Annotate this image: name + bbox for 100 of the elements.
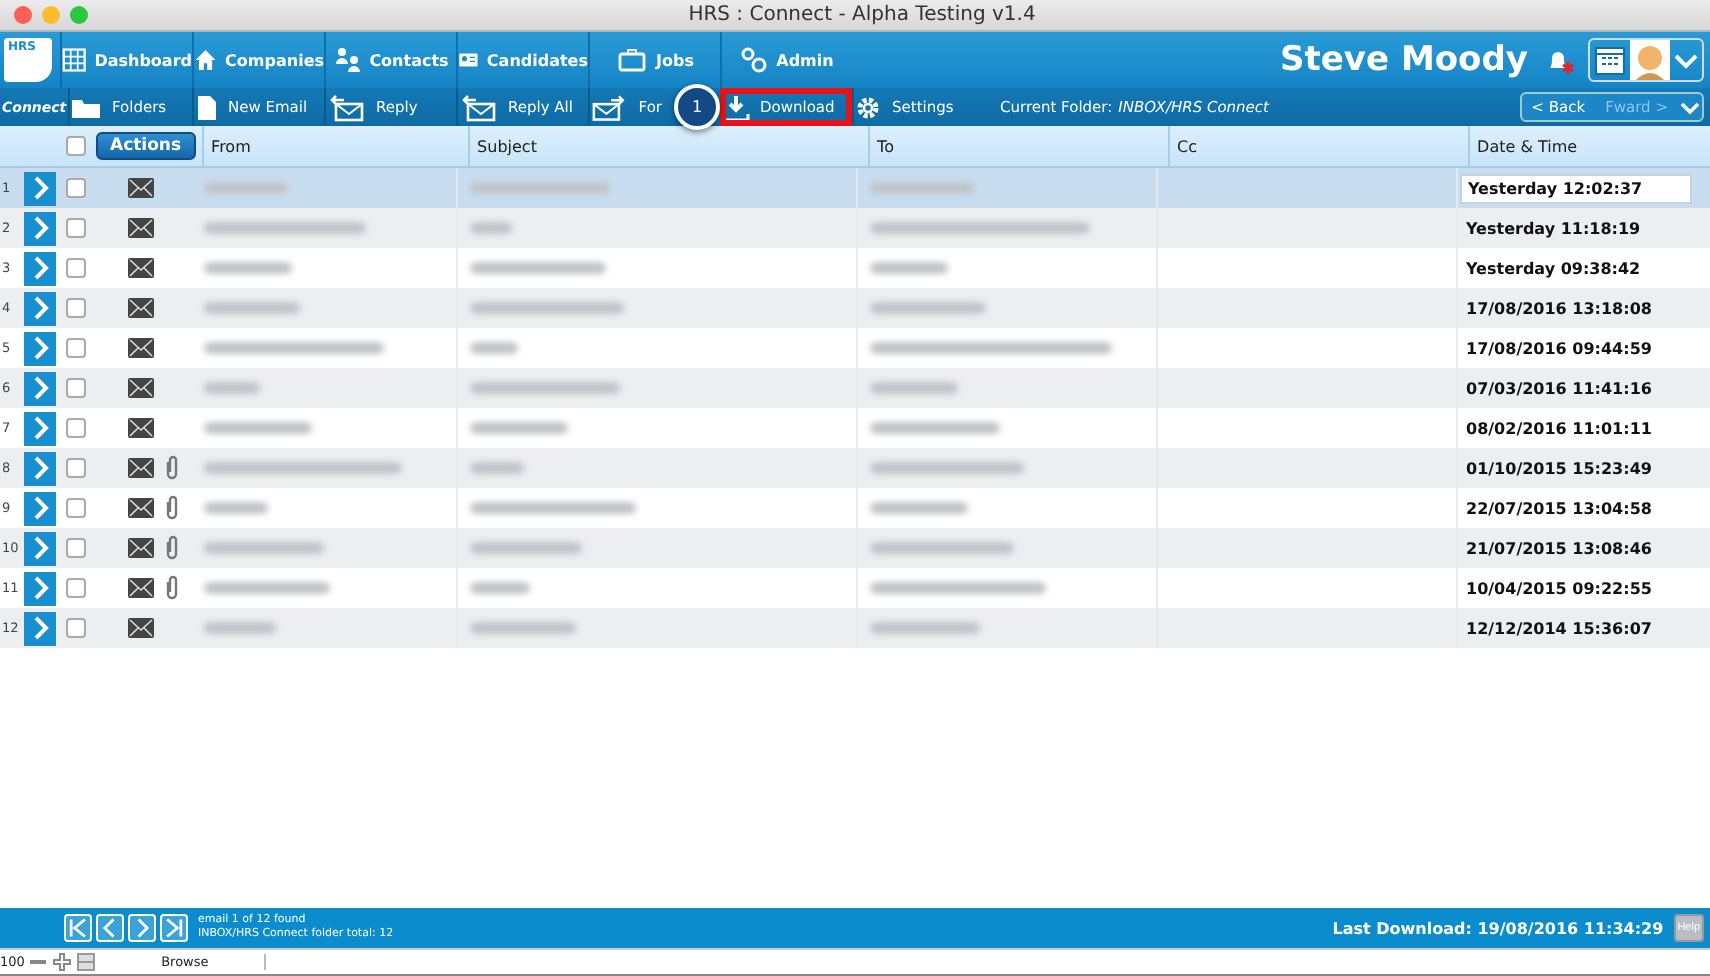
date-cell: 21/07/2015 13:08:46 [1466,539,1652,557]
row-checkbox[interactable] [66,618,86,638]
last-download: Last Download: 19/08/2016 11:34:29 [1332,919,1664,937]
row-checkbox[interactable] [66,338,86,358]
envelope-icon [128,498,154,518]
download-icon [722,93,750,121]
date-cell: 01/10/2015 15:23:49 [1466,459,1652,477]
date-cell: 10/04/2015 09:22:55 [1466,579,1652,597]
people-icon [333,46,362,74]
blurred-text [870,302,986,314]
chevron-right-icon [30,374,50,402]
select-all-checkbox[interactable] [66,136,86,156]
blurred-text [204,582,330,594]
envelope-arrow-icon [326,93,366,121]
envelope-icon [128,218,154,238]
document-icon [194,93,218,121]
blurred-text [870,182,974,194]
blurred-text [204,182,288,194]
chevron-right-icon [30,454,50,482]
open-button[interactable] [24,251,56,285]
date-cell: 07/03/2016 11:41:16 [1466,379,1652,397]
chevron-right-icon [30,414,50,442]
blurred-text [870,542,1014,554]
briefcase-icon [616,46,649,74]
chevron-right-icon [30,614,50,642]
envelope-icon [128,618,154,638]
open-button[interactable] [24,571,56,605]
blurred-text [870,622,980,634]
blurred-text [870,502,968,514]
column-header[interactable]: To [867,126,1168,166]
actions-button[interactable]: Actions [96,132,196,160]
step-badge: 1 [674,84,720,130]
open-button[interactable] [24,171,56,205]
row-checkbox[interactable] [66,418,86,438]
close-button[interactable] [14,6,32,24]
column-header[interactable]: Subject [467,126,868,166]
open-button[interactable] [24,291,56,325]
date-cell: 17/08/2016 13:18:08 [1466,299,1652,317]
open-button[interactable] [24,411,56,445]
open-button[interactable] [24,371,56,405]
chevron-right-icon [30,294,50,322]
user-menu[interactable] [1588,38,1704,82]
chevron-right-icon [30,574,50,602]
open-button[interactable] [24,211,56,245]
previous-page-button[interactable] [96,914,124,942]
chevron-right-icon [30,334,50,362]
blurred-text [204,502,268,514]
envelope-icon [128,298,154,318]
date-cell: 17/08/2016 09:44:59 [1466,339,1652,357]
blurred-text [470,462,524,474]
envelope-icon [128,338,154,358]
envelope-icon [128,258,154,278]
blurred-text [204,542,324,554]
chevron-right-icon [30,214,50,242]
row-checkbox[interactable] [66,498,86,518]
row-checkbox[interactable] [66,538,86,558]
blurred-text [204,622,276,634]
zoom-in-icon [52,952,73,972]
open-button[interactable] [24,451,56,485]
chevron-right-icon [30,534,50,562]
window-title: HRS : Connect - Alpha Testing v1.4 [688,4,1036,26]
blurred-text [470,542,582,554]
blurred-text [470,182,610,194]
blurred-text [870,382,958,394]
zoom-button[interactable] [70,6,88,24]
row-checkbox[interactable] [66,458,86,478]
open-button[interactable] [24,611,56,645]
envelope-icon [128,418,154,438]
settings-icon [854,93,882,121]
gears-icon [740,46,769,74]
skip-back-icon [66,916,90,940]
row-checkbox[interactable] [66,218,86,238]
column-header[interactable]: From [201,126,468,166]
last-page-button[interactable] [160,914,188,942]
blurred-text [870,422,1000,434]
date-cell: Yesterday 11:18:19 [1466,219,1641,237]
grid-icon [62,46,87,74]
row-checkbox[interactable] [66,578,86,598]
next-page-button[interactable] [128,914,156,942]
row-checkbox[interactable] [66,258,86,278]
layout-icon [76,952,97,972]
open-button[interactable] [24,331,56,365]
blurred-text [204,382,260,394]
row-checkbox[interactable] [66,298,86,318]
folder-icon [70,94,102,120]
envelope-icon [128,378,154,398]
open-button[interactable] [24,531,56,565]
open-button[interactable] [24,491,56,525]
blurred-text [470,582,530,594]
row-checkbox[interactable] [66,378,86,398]
blurred-text [204,422,312,434]
first-page-button[interactable] [64,914,92,942]
column-header[interactable]: Cc [1167,126,1468,166]
avatar-icon [1630,40,1670,80]
chevron-right-icon [30,494,50,522]
date-cell: 22/07/2015 13:04:58 [1466,499,1652,517]
nav-tab[interactable]: Admin [720,32,852,88]
row-checkbox[interactable] [66,178,86,198]
user-name: Steve Moody [1280,40,1528,80]
column-header[interactable]: Date & Time [1467,126,1710,166]
